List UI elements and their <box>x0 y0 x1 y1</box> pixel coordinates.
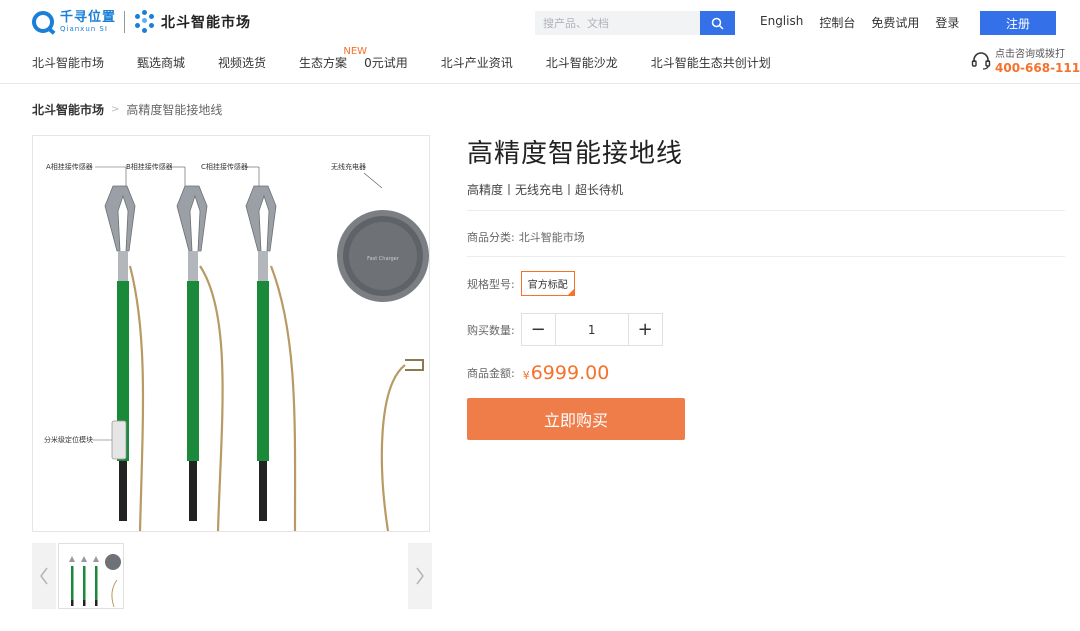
product-subtitle: 高精度丨无线充电丨超长待机 <box>467 183 624 197</box>
nav-item-free-trial[interactable]: 0元试用 <box>364 54 408 71</box>
price-row: 商品金额: ¥ 6999.00 <box>467 362 1067 384</box>
grounding-rod-b <box>176 185 224 532</box>
qianxun-logo-icon <box>32 11 54 33</box>
nav-item-solutions-label: 生态方案 <box>299 56 348 70</box>
divider <box>467 210 1065 211</box>
category-row: 商品分类: 北斗智能市场 <box>467 229 1067 245</box>
quantity-input[interactable]: 1 <box>554 314 629 345</box>
spec-row: 规格型号: 官方标配 <box>467 271 1067 296</box>
thumbnail-prev-button[interactable] <box>32 543 56 609</box>
nav-item-news[interactable]: 北斗产业资讯 <box>441 54 513 71</box>
breadcrumb-separator: > <box>111 104 120 115</box>
nav-item-solutions[interactable]: 生态方案 NEW <box>299 46 367 71</box>
qianxun-logo-text: 千寻位置 Qianxun SI <box>60 11 116 33</box>
hotline-number: 400-668-1116 <box>995 61 1080 75</box>
chevron-right-icon <box>416 567 424 585</box>
spec-label: 规格型号: <box>467 277 515 291</box>
quantity-minus-button[interactable]: − <box>522 314 555 345</box>
thumbnail-next-button[interactable] <box>408 543 432 609</box>
thumbnail-strip <box>32 543 432 609</box>
breadcrumb-home[interactable]: 北斗智能市场 <box>32 101 104 118</box>
wireless-charger: Fast Charger <box>337 210 429 302</box>
divider <box>467 256 1065 257</box>
category-label: 商品分类: <box>467 231 515 244</box>
chevron-left-icon <box>40 567 48 585</box>
buy-now-button[interactable]: 立即购买 <box>467 398 685 440</box>
quantity-stepper: − 1 + <box>520 313 663 346</box>
grounding-wire-illustration: A相挂接传感器 B相挂接传感器 C相挂接传感器 无线充电器 分米级定位模块 Fa… <box>44 162 429 532</box>
hotline[interactable]: 点击咨询或拨打 400-668-1116 <box>970 45 1080 77</box>
category-value: 北斗智能市场 <box>518 231 585 244</box>
logo-divider <box>124 11 126 33</box>
spec-option-standard[interactable]: 官方标配 <box>520 271 575 296</box>
price-amount: ¥ 6999.00 <box>523 362 610 384</box>
nav-item-market[interactable]: 北斗智能市场 <box>32 54 104 71</box>
main-product-image[interactable]: A相挂接传感器 B相挂接传感器 C相挂接传感器 无线充电器 分米级定位模块 Fa… <box>32 135 430 532</box>
grounding-rod-c <box>245 185 297 532</box>
thumbnail-image[interactable] <box>58 543 124 609</box>
link-login[interactable]: 登录 <box>935 14 959 31</box>
breadcrumb-current: 高精度智能接地线 <box>126 103 223 117</box>
search-input[interactable] <box>535 11 700 35</box>
quantity-label: 购买数量: <box>467 323 515 337</box>
label-c-sensor: C相挂接传感器 <box>201 162 248 171</box>
nav-item-salon[interactable]: 北斗智能沙龙 <box>546 54 618 71</box>
label-positioning-module: 分米级定位模块 <box>44 435 93 444</box>
headset-icon <box>971 52 991 70</box>
top-bar: 千寻位置 Qianxun SI 北斗智能市场 English 控制台 免费试用 … <box>0 0 1080 84</box>
quantity-row: 购买数量: − 1 + <box>467 313 1067 346</box>
breadcrumb: 北斗智能市场 > 高精度智能接地线 <box>32 101 222 118</box>
logo-cn-text: 千寻位置 <box>60 10 117 25</box>
logo-market-text: 北斗智能市场 <box>161 15 252 31</box>
search-bar <box>535 11 735 35</box>
price-currency: ¥ <box>522 369 530 382</box>
logo-en-text: Qianxun SI <box>60 25 108 33</box>
nav-item-cocreate[interactable]: 北斗智能生态共创计划 <box>651 54 771 71</box>
quantity-plus-button[interactable]: + <box>629 314 662 345</box>
search-button[interactable] <box>700 11 735 35</box>
link-english[interactable]: English <box>760 14 803 31</box>
charger-brand-text: Fast Charger <box>367 256 400 262</box>
price-label: 商品金额: <box>467 367 515 380</box>
site-logo[interactable]: 千寻位置 Qianxun SI 北斗智能市场 <box>32 8 251 36</box>
grounding-rod-a <box>104 185 145 532</box>
price-value: 6999.00 <box>530 362 610 384</box>
search-icon <box>711 17 724 30</box>
hotline-text: 点击咨询或拨打 <box>995 49 1065 60</box>
register-button[interactable]: 注册 <box>980 11 1056 35</box>
label-wireless-charger: 无线充电器 <box>331 162 366 171</box>
link-free-trial[interactable]: 免费试用 <box>871 14 919 31</box>
top-links: English 控制台 免费试用 登录 <box>760 14 975 31</box>
product-info: 高精度智能接地线 高精度丨无线充电丨超长待机 商品分类: 北斗智能市场 规格型号… <box>467 130 1067 440</box>
main-nav: 北斗智能市场 甄选商城 视频选货 生态方案 NEW 0元试用 北斗产业资讯 北斗… <box>32 46 804 71</box>
nav-item-video[interactable]: 视频选货 <box>218 54 266 71</box>
nav-item-mall[interactable]: 甄选商城 <box>137 54 185 71</box>
product-title: 高精度智能接地线 <box>467 139 684 169</box>
label-b-sensor: B相挂接传感器 <box>126 162 173 171</box>
label-a-sensor: A相挂接传感器 <box>46 162 93 171</box>
link-console[interactable]: 控制台 <box>819 14 855 31</box>
thumbnail-illustration <box>69 554 121 608</box>
beidou-logo-icon <box>133 10 157 34</box>
